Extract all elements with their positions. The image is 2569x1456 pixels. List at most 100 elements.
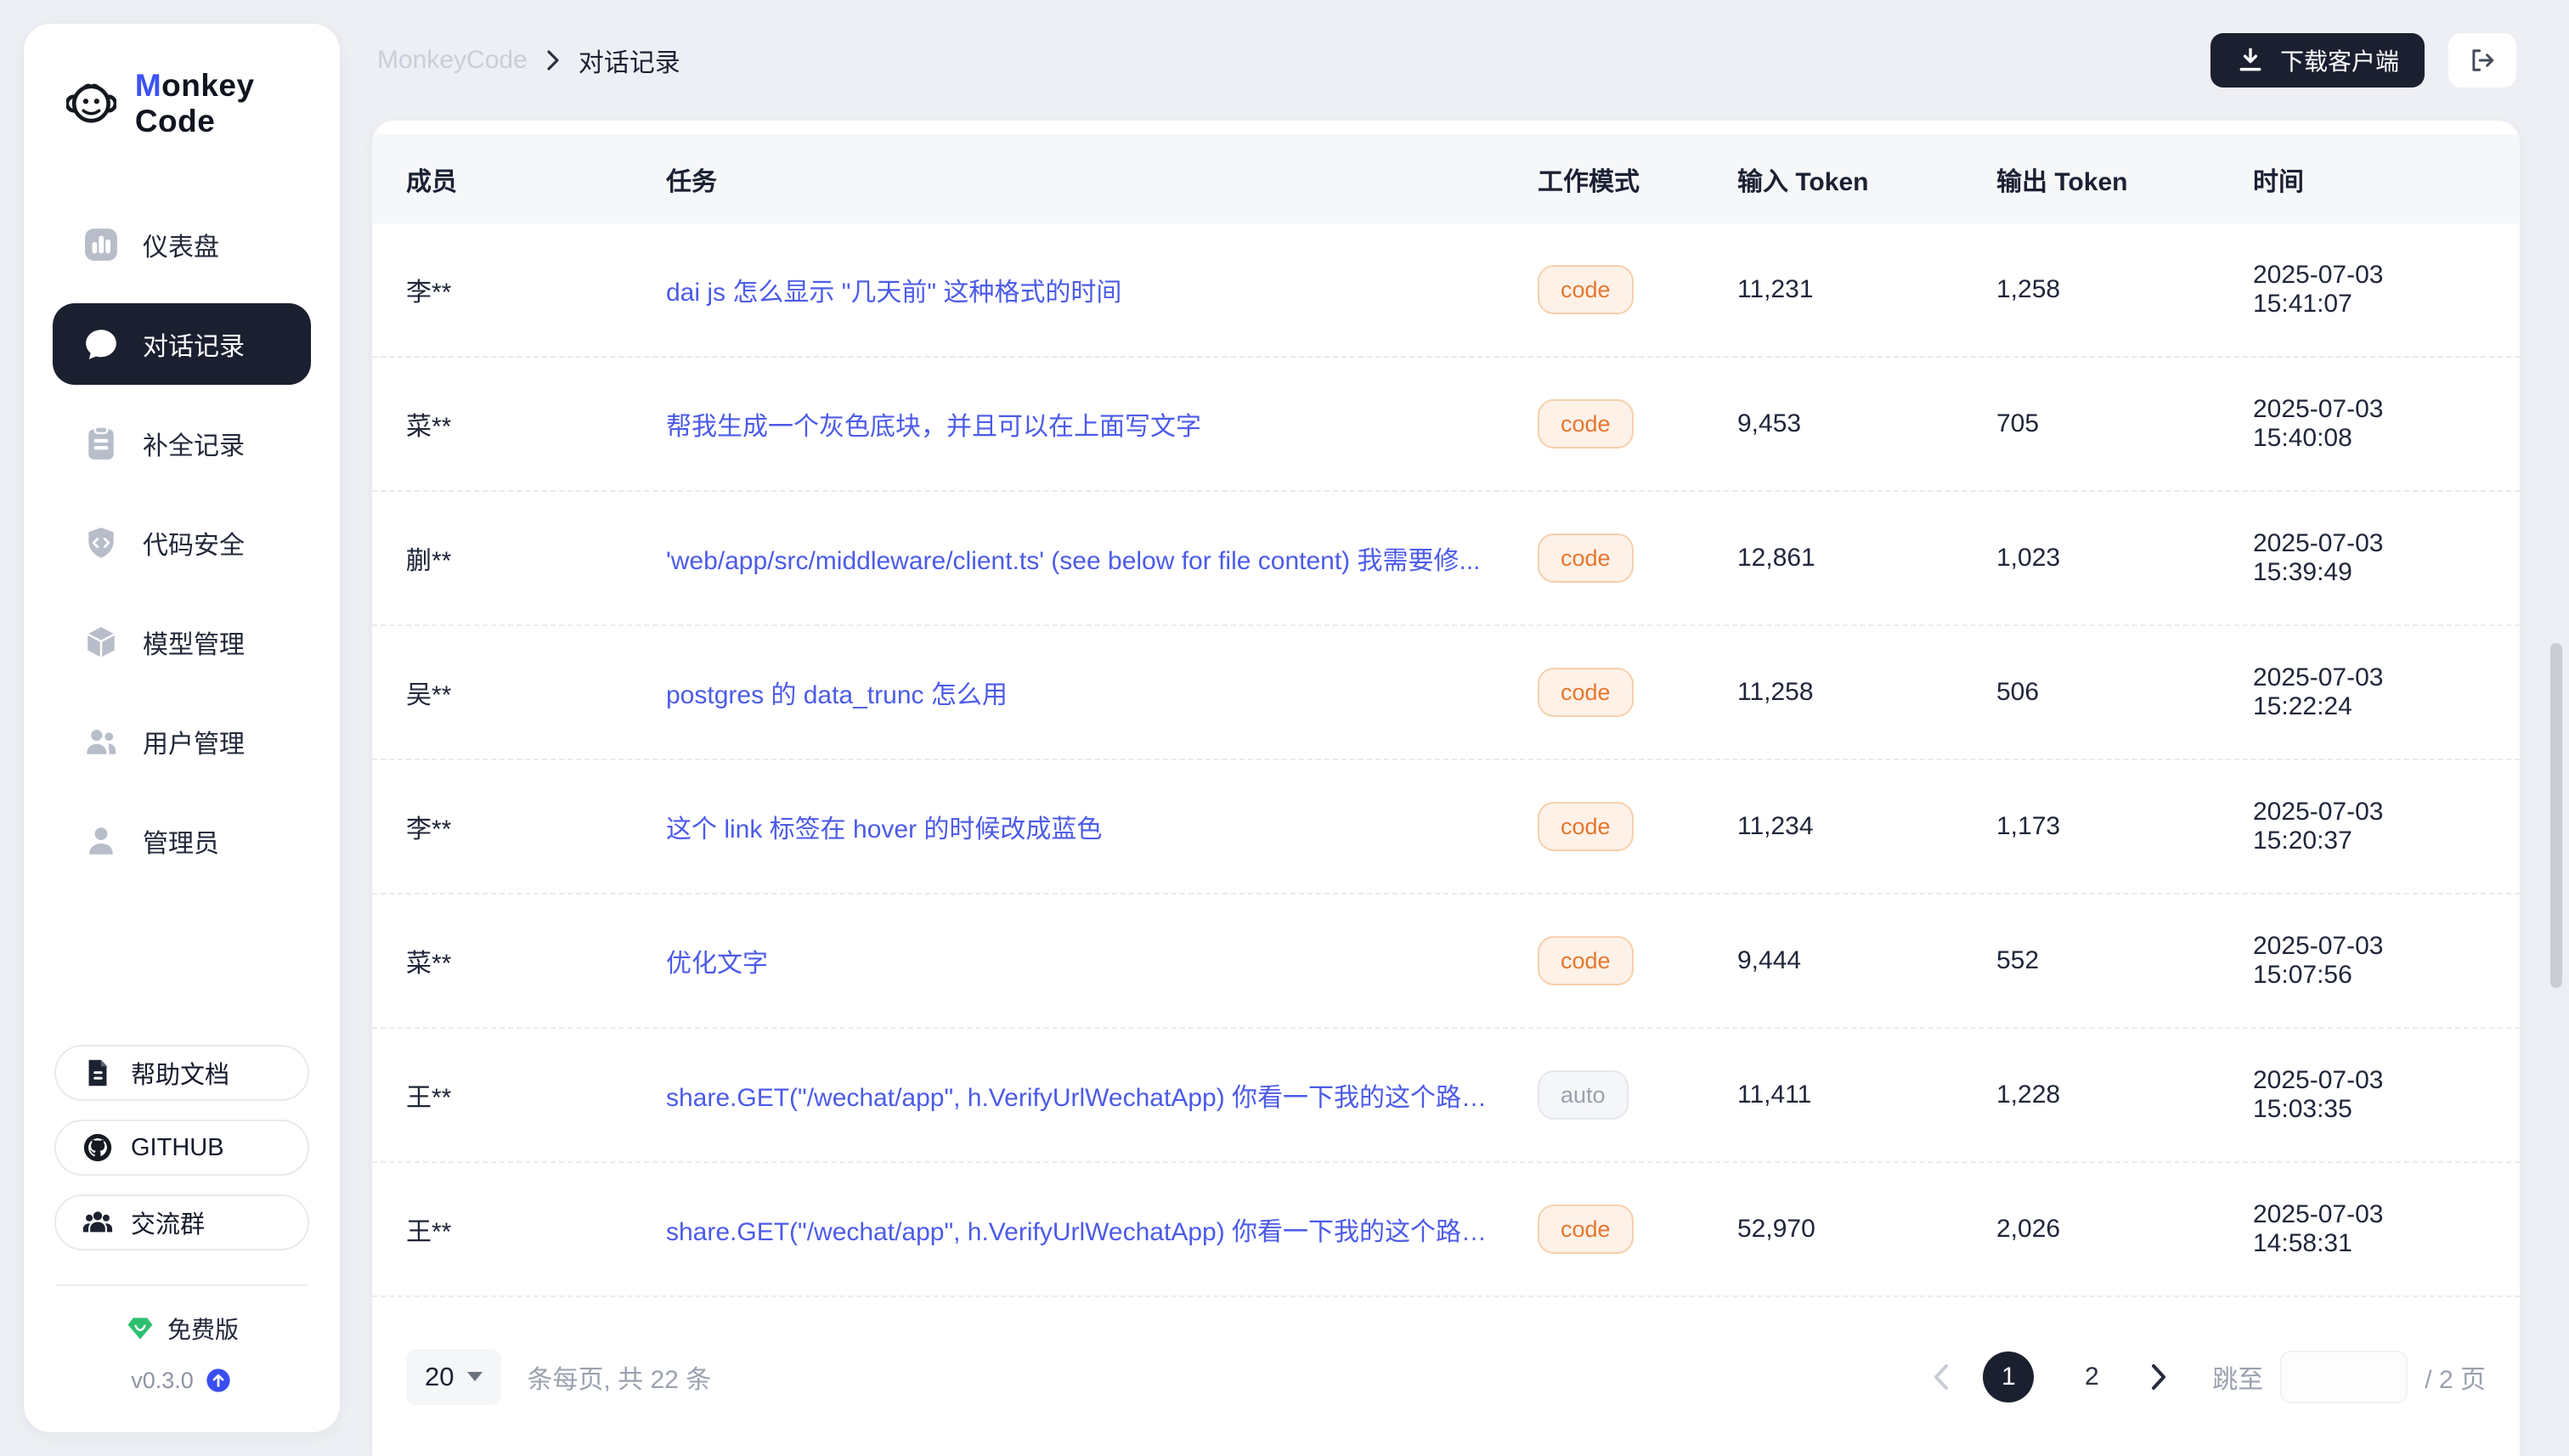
sidebar: Monkey Code 仪表盘 对话记录 补全记录 — [24, 24, 340, 1432]
work-mode-badge: code — [1538, 533, 1634, 583]
member-cell: 王** — [406, 1211, 666, 1248]
version-row: v0.3.0 — [54, 1366, 309, 1395]
document-icon — [82, 1057, 114, 1089]
task-link[interactable]: 优化文字 — [666, 942, 1538, 979]
main-content: MonkeyCode 对话记录 下载客户端 — [372, 0, 2520, 1456]
dashboard-icon — [83, 227, 119, 262]
sidebar-divider — [56, 1284, 308, 1286]
topbar-actions: 下载客户端 — [2210, 33, 2516, 87]
sidebar-item-label: 管理员 — [143, 822, 219, 860]
work-mode-badge: code — [1538, 668, 1634, 717]
work-mode-badge: code — [1538, 936, 1634, 985]
scrollbar-thumb[interactable] — [2550, 643, 2562, 988]
column-header-work-mode: 工作模式 — [1538, 161, 1737, 198]
work-mode-badge: code — [1538, 265, 1634, 314]
chevron-right-icon — [546, 49, 560, 71]
member-cell: 王** — [406, 1076, 666, 1114]
next-page-button[interactable] — [2149, 1363, 2168, 1391]
table-row[interactable]: 李** dai js 怎么显示 "几天前" 这种格式的时间 code 11,23… — [372, 223, 2520, 358]
breadcrumb-root[interactable]: MonkeyCode — [377, 46, 528, 75]
page-button-1[interactable]: 1 — [1983, 1352, 2034, 1402]
admin-user-icon — [83, 823, 119, 859]
pager: 1 2 跳至 / 2 页 — [1932, 1351, 2486, 1403]
previous-page-button[interactable] — [1932, 1363, 1951, 1391]
table-row[interactable]: 吴** postgres 的 data_trunc 怎么用 code 11,25… — [372, 626, 2520, 760]
download-client-button[interactable]: 下载客户端 — [2210, 33, 2425, 87]
input-token-cell: 12,861 — [1737, 544, 1996, 573]
sidebar-item-completion-records[interactable]: 补全记录 — [53, 403, 311, 484]
sidebar-item-label: 模型管理 — [143, 624, 245, 661]
column-header-task: 任务 — [666, 161, 1538, 198]
sidebar-item-user-management[interactable]: 用户管理 — [53, 701, 311, 782]
table-row[interactable]: 菜** 优化文字 code 9,444 552 2025-07-03 15:07… — [372, 894, 2520, 1029]
chevron-right-icon — [2149, 1363, 2168, 1391]
people-group-icon — [82, 1206, 114, 1239]
time-cell: 2025-07-03 15:40:08 — [2253, 395, 2486, 453]
time-cell: 2025-07-03 15:41:07 — [2253, 261, 2486, 319]
work-mode-badge: auto — [1538, 1070, 1629, 1120]
sidebar-item-admin[interactable]: 管理员 — [53, 800, 311, 882]
task-link[interactable]: share.GET("/wechat/app", h.VerifyUrlWech… — [666, 1076, 1538, 1114]
jump-page-input[interactable] — [2280, 1351, 2408, 1403]
app-logo: Monkey Code — [24, 68, 340, 139]
member-cell: 菜** — [406, 942, 666, 979]
total-pages-label: / 2 页 — [2425, 1358, 2486, 1396]
output-token-cell: 552 — [1996, 946, 2253, 975]
task-link[interactable]: postgres 的 data_trunc 怎么用 — [666, 674, 1538, 711]
table-row[interactable]: 李** 这个 link 标签在 hover 的时候改成蓝色 code 11,23… — [372, 760, 2520, 894]
output-token-cell: 1,173 — [1996, 812, 2253, 841]
work-mode-badge: code — [1538, 1205, 1634, 1254]
pagination-bar: 20 条每页, 共 22 条 1 2 跳至 / 2 页 — [372, 1297, 2520, 1456]
download-icon — [2236, 46, 2265, 75]
task-link[interactable]: 这个 link 标签在 hover 的时候改成蓝色 — [666, 808, 1538, 845]
sidebar-item-dashboard[interactable]: 仪表盘 — [53, 204, 311, 285]
column-header-input-token: 输入 Token — [1737, 161, 1996, 198]
help-docs-button[interactable]: 帮助文档 — [54, 1045, 309, 1101]
output-token-cell: 506 — [1996, 678, 2253, 707]
sidebar-item-label: 代码安全 — [143, 524, 245, 562]
sidebar-item-code-security[interactable]: 代码安全 — [53, 502, 311, 584]
clipboard-icon — [83, 426, 119, 461]
shield-code-icon — [83, 525, 119, 561]
sidebar-item-model-management[interactable]: 模型管理 — [53, 601, 311, 683]
cube-icon — [83, 624, 119, 660]
task-link[interactable]: 帮我生成一个灰色底块，并且可以在上面写文字 — [666, 405, 1538, 443]
table-row[interactable]: 蒯** 'web/app/src/middleware/client.ts' (… — [372, 492, 2520, 626]
task-link[interactable]: dai js 怎么显示 "几天前" 这种格式的时间 — [666, 271, 1538, 308]
breadcrumb-current: 对话记录 — [579, 42, 680, 79]
plan-label: 免费版 — [167, 1312, 239, 1346]
task-link[interactable]: 'web/app/src/middleware/client.ts' (see … — [666, 539, 1538, 577]
chat-records-table-card: 成员 任务 工作模式 输入 Token 输出 Token 时间 李** dai … — [372, 121, 2520, 1456]
sidebar-item-chat-records[interactable]: 对话记录 — [53, 303, 311, 385]
logout-button[interactable] — [2448, 33, 2516, 87]
member-cell: 李** — [406, 271, 666, 308]
time-cell: 2025-07-03 15:22:24 — [2253, 663, 2486, 721]
page-button-2[interactable]: 2 — [2066, 1352, 2117, 1402]
topbar: MonkeyCode 对话记录 下载客户端 — [372, 0, 2520, 109]
input-token-cell: 52,970 — [1737, 1215, 1996, 1244]
time-cell: 2025-07-03 15:20:37 — [2253, 798, 2486, 855]
monkey-face-icon — [66, 78, 116, 129]
table-header: 成员 任务 工作模式 输入 Token 输出 Token 时间 — [372, 134, 2520, 223]
community-group-button[interactable]: 交流群 — [54, 1194, 309, 1250]
table-row[interactable]: 王** share.GET("/wechat/app", h.VerifyUrl… — [372, 1163, 2520, 1297]
column-header-time: 时间 — [2253, 161, 2486, 198]
column-header-member: 成员 — [406, 161, 666, 198]
task-link[interactable]: share.GET("/wechat/app", h.VerifyUrlWech… — [666, 1211, 1538, 1248]
upgrade-icon[interactable] — [204, 1366, 233, 1395]
sidebar-footer: 帮助文档 GITHUB 交流群 免费版 — [24, 1045, 340, 1395]
chevron-down-icon — [467, 1372, 483, 1381]
plan-badge: 免费版 — [54, 1312, 309, 1346]
jump-label: 跳至 — [2212, 1358, 2263, 1396]
input-token-cell: 9,453 — [1737, 409, 1996, 438]
input-token-cell: 11,234 — [1737, 812, 1996, 841]
github-label: GITHUB — [131, 1134, 224, 1162]
output-token-cell: 2,026 — [1996, 1215, 2253, 1244]
breadcrumb: MonkeyCode 对话记录 — [377, 42, 680, 79]
github-button[interactable]: GITHUB — [54, 1120, 309, 1176]
table-row[interactable]: 王** share.GET("/wechat/app", h.VerifyUrl… — [372, 1029, 2520, 1163]
page-size-select[interactable]: 20 — [406, 1349, 501, 1405]
table-row[interactable]: 菜** 帮我生成一个灰色底块，并且可以在上面写文字 code 9,453 705… — [372, 358, 2520, 492]
time-cell: 2025-07-03 15:39:49 — [2253, 529, 2486, 587]
input-token-cell: 11,258 — [1737, 678, 1996, 707]
